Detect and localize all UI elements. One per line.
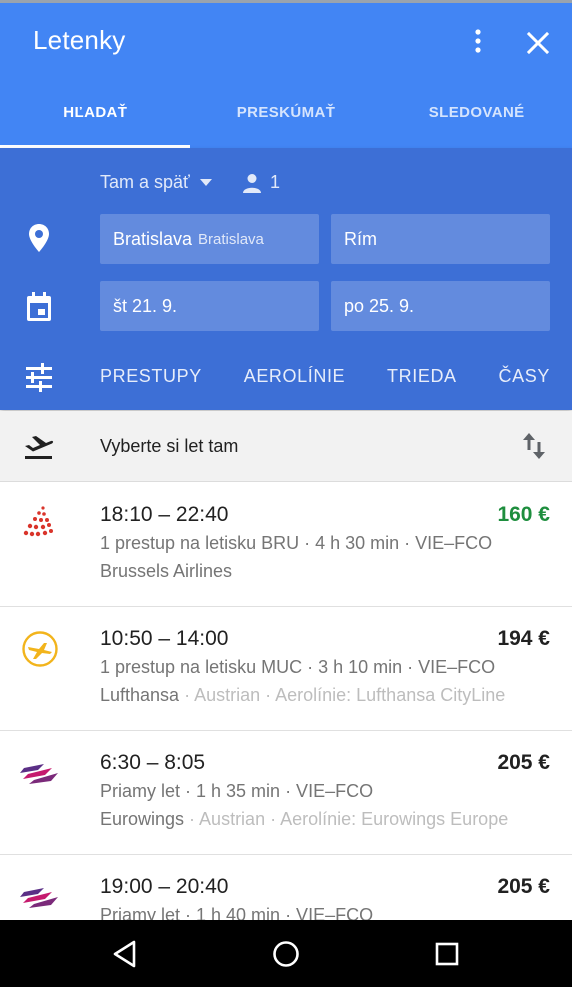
airline-name: Brussels Airlines [100,561,233,581]
flight-price: 205 € [497,875,550,898]
eurowings-logo [20,764,58,784]
depart-date: št 21. 9. [113,295,178,316]
home-icon[interactable] [270,938,302,970]
flight-airlines: Brussels Airlines [100,561,552,582]
trip-type-label: Tam a späť [100,172,190,192]
airline-name: Eurowings [100,809,185,829]
destination-field[interactable]: Rím [331,214,550,264]
flight-airlines: Lufthansa · Austrian · Aerolínie: Luftha… [100,685,552,706]
flight-row[interactable]: 19:00 – 20:40 205 € Priamy let · 1 h 40 … [0,855,572,920]
tab-tracked[interactable]: SLEDOVANÉ [381,89,572,148]
destination-city: Rím [344,228,377,249]
sort-swap-icon[interactable] [521,431,547,461]
person-icon [243,173,261,193]
flight-price: 205 € [497,751,550,774]
origin-city: Bratislava [113,228,193,249]
return-date-field[interactable]: po 25. 9. [331,281,550,331]
filter-times[interactable]: ČASY [499,366,550,387]
filter-airlines[interactable]: AEROLÍNIE [244,366,345,387]
flight-times: 18:10 – 22:40 [100,503,229,526]
eurowings-logo [20,888,58,908]
filter-stops[interactable]: PRESTUPY [100,366,202,387]
dropdown-caret-icon [199,178,212,186]
flight-row[interactable]: 18:10 – 22:40 160 € 1 prestup na letisku… [0,483,572,607]
origin-sub: Bratislava [198,230,264,248]
close-icon[interactable] [524,29,552,57]
return-date: po 25. 9. [344,295,415,316]
origin-field[interactable]: Bratislava Bratislava [100,214,319,264]
flight-row[interactable]: 10:50 – 14:00 194 € 1 prestup na letisku… [0,607,572,731]
trip-type-dropdown[interactable]: Tam a späť [100,172,212,193]
flight-times: 6:30 – 8:05 [100,751,206,774]
flight-times: 10:50 – 14:00 [100,627,229,650]
flight-airlines: Eurowings · Austrian · Aerolínie: Eurowi… [100,809,552,830]
flight-details: 1 prestup na letisku MUC · 3 h 10 min · … [100,657,496,677]
tab-bar: HĽADAŤ PRESKÚMAŤ SLEDOVANÉ [0,89,572,148]
airline-extra: · Austrian · Aerolínie: Lufthansa CityLi… [179,685,506,705]
direction-label: Vyberte si let tam [100,436,239,456]
passengers-selector[interactable]: 1 [242,172,280,193]
filter-bar: PRESTUPY AEROLÍNIE TRIEDA ČASY [100,366,550,387]
more-vert-icon[interactable] [466,27,490,55]
tab-search[interactable]: HĽADAŤ [0,89,191,148]
lufthansa-logo [22,631,58,667]
calendar-icon [27,292,51,321]
direction-bar: Vyberte si let tam [0,411,572,482]
flight-details: Priamy let · 1 h 40 min · VIE–FCO [100,905,374,920]
flight-takeoff-icon [25,436,54,459]
filters-tune-icon [26,363,52,392]
recents-icon[interactable] [431,938,463,970]
flight-details: 1 prestup na letisku BRU · 4 h 30 min · … [100,533,493,553]
tab-explore[interactable]: PRESKÚMAŤ [191,89,382,148]
brussels-airlines-logo [23,506,53,537]
passenger-count: 1 [270,172,281,192]
flight-price: 160 € [497,503,550,526]
depart-date-field[interactable]: št 21. 9. [100,281,319,331]
flight-details: Priamy let · 1 h 35 min · VIE–FCO [100,781,374,801]
flight-row[interactable]: 6:30 – 8:05 205 € Priamy let · 1 h 35 mi… [0,731,572,855]
system-nav-bar [0,920,572,987]
app-header: Letenky HĽADAŤ PRESKÚMAŤ SLEDOVANÉ [0,3,572,149]
flight-price: 194 € [497,627,550,650]
flight-times: 19:00 – 20:40 [100,875,229,898]
airline-name: Lufthansa [100,685,180,705]
airline-extra: · Austrian · Aerolínie: Eurowings Europe [184,809,509,829]
back-icon[interactable] [110,938,142,970]
search-panel: Tam a späť 1 Bratislava Bratislava Rím š… [0,148,572,410]
location-pin-icon [29,224,49,252]
app-title: Letenky [33,25,126,55]
filter-class[interactable]: TRIEDA [387,366,457,387]
flight-list: 18:10 – 22:40 160 € 1 prestup na letisku… [0,483,572,920]
